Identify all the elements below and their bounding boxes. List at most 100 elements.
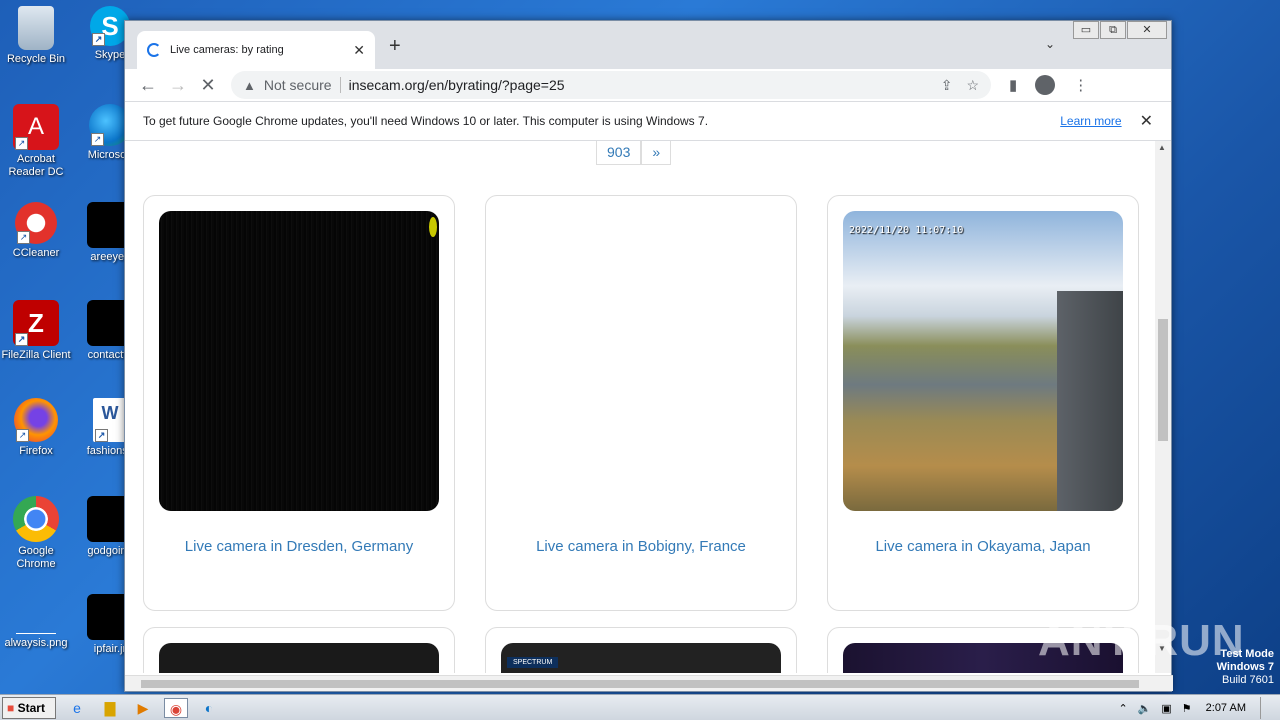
- action-center-flag-icon[interactable]: ⚑: [1182, 702, 1192, 715]
- camera-timestamp: 2022/11/20 11:07:10: [849, 225, 964, 236]
- dam-structure: [1057, 291, 1123, 511]
- media-player-icon[interactable]: ▶: [131, 698, 155, 718]
- camera-card[interactable]: 2022/11/20 11:07:10 Live camera in Okaya…: [827, 195, 1139, 611]
- page-link-903[interactable]: 903: [596, 141, 642, 165]
- update-infobar: To get future Google Chrome updates, you…: [125, 101, 1171, 141]
- desktop-icon-chrome[interactable]: Google Chrome: [0, 496, 72, 571]
- browser-toolbar: ← → ✕ ▲ Not secure insecam.org/en/byrati…: [125, 69, 1171, 101]
- edge-taskbar-icon[interactable]: ◐: [197, 698, 221, 718]
- camera-brand-label: SPECTRUM: [507, 657, 559, 668]
- desktop-icon-recycle-bin[interactable]: Recycle Bin: [0, 6, 72, 66]
- shortcut-arrow-icon: ↗: [16, 429, 29, 442]
- shortcut-arrow-icon: ↗: [15, 333, 28, 346]
- desktop-icon-label: Skype: [94, 49, 126, 61]
- camera-card[interactable]: SPECTRUM: [485, 627, 797, 673]
- pagination: 903 »: [596, 141, 672, 165]
- os-watermark: Test Mode Windows 7 Build 7601: [1212, 648, 1274, 687]
- explorer-folder-icon[interactable]: ▇: [98, 698, 122, 718]
- page-content: 903 » Live camera in Dresden, Germany Li…: [125, 141, 1171, 673]
- clock[interactable]: 2:07 AM: [1206, 702, 1246, 714]
- desktop-icon-label: CCleaner: [12, 247, 60, 259]
- camera-caption-link[interactable]: Live camera in Bobigny, France: [486, 538, 796, 555]
- tab-live-cameras[interactable]: Live cameras: by rating ✕: [137, 31, 375, 69]
- shortcut-arrow-icon: ↗: [92, 33, 105, 46]
- camera-card[interactable]: Live camera in Bobigny, France: [485, 195, 797, 611]
- forward-button[interactable]: →: [163, 75, 193, 96]
- tab-title: Live cameras: by rating: [170, 44, 284, 56]
- bookmark-star-icon[interactable]: ☆: [966, 77, 979, 94]
- desktop-icon-acrobat[interactable]: A ↗ Acrobat Reader DC: [0, 104, 72, 179]
- hscroll-thumb[interactable]: [141, 680, 1139, 688]
- desktop-icon-label: Recycle Bin: [6, 53, 66, 65]
- scroll-up-icon[interactable]: ▲: [1158, 143, 1166, 152]
- share-icon[interactable]: ⇪: [941, 77, 953, 94]
- camera-thumbnail[interactable]: SPECTRUM: [501, 643, 781, 673]
- start-button[interactable]: ■ Start: [2, 696, 56, 719]
- ccleaner-icon: ↗: [15, 202, 57, 244]
- restore-button[interactable]: ⧉: [1100, 21, 1126, 39]
- show-desktop-button[interactable]: [1260, 697, 1272, 719]
- volume-icon[interactable]: 🔈: [1138, 702, 1152, 715]
- desktop-icon-alwaysis[interactable]: alwaysis.png: [0, 594, 72, 650]
- network-icon[interactable]: ▣: [1161, 702, 1171, 715]
- chrome-window: Live cameras: by rating ✕ + ⌄ ▭ ⧉ ✕ ← → …: [124, 20, 1173, 692]
- desktop-icon-firefox[interactable]: ↗ Firefox: [0, 398, 72, 458]
- learn-more-link[interactable]: Learn more: [1060, 114, 1121, 128]
- taskbar: ■ Start e ▇ ▶ ◉ ◐ ⌃ 🔈 ▣ ⚑ 2:07 AM: [0, 694, 1280, 720]
- page-next-link[interactable]: »: [641, 141, 672, 165]
- menu-kebab-icon[interactable]: ⋮: [1073, 76, 1088, 94]
- camera-thumbnail[interactable]: [159, 211, 439, 511]
- camera-card[interactable]: [143, 627, 455, 673]
- desktop-icon-label: Google Chrome: [16, 545, 56, 570]
- horizontal-scrollbar[interactable]: [125, 675, 1173, 691]
- loading-spinner-icon: [147, 43, 161, 57]
- camera-caption-link[interactable]: Live camera in Dresden, Germany: [144, 538, 454, 555]
- desktop-icon-label: alwaysis.png: [4, 637, 68, 649]
- shortcut-arrow-icon: ↗: [91, 133, 104, 146]
- tab-strip: Live cameras: by rating ✕ + ⌄ ▭ ⧉ ✕: [125, 21, 1171, 69]
- system-tray: ⌃ 🔈 ▣ ⚑ 2:07 AM: [1108, 695, 1272, 720]
- desktop-icon-ccleaner[interactable]: ↗ CCleaner: [0, 202, 72, 260]
- watermark-line: Test Mode: [1220, 648, 1274, 660]
- minimize-button[interactable]: ▭: [1073, 21, 1099, 39]
- tab-close-icon[interactable]: ✕: [353, 42, 365, 59]
- firefox-icon: ↗: [14, 398, 58, 442]
- desktop-icon-filezilla[interactable]: Z ↗ FileZilla Client: [0, 300, 72, 362]
- camera-thumbnail[interactable]: [501, 211, 781, 511]
- infobar-close-icon[interactable]: ✕: [1140, 111, 1153, 131]
- infobar-message: To get future Google Chrome updates, you…: [143, 114, 709, 128]
- camera-card[interactable]: Live camera in Dresden, Germany: [143, 195, 455, 611]
- word-doc-icon: W ↗: [93, 398, 127, 442]
- vertical-scrollbar[interactable]: ▲ ▼: [1155, 141, 1171, 673]
- chrome-icon: [13, 496, 59, 542]
- desktop-icon-label: Acrobat Reader DC: [8, 153, 64, 178]
- scrollbar-thumb[interactable]: [1158, 319, 1168, 441]
- profile-avatar-icon[interactable]: [1035, 75, 1056, 95]
- camera-thumbnail[interactable]: 2022/11/20 11:07:10: [843, 211, 1123, 511]
- url-text[interactable]: insecam.org/en/byrating/?page=25: [349, 77, 927, 93]
- tray-expand-icon[interactable]: ⌃: [1118, 702, 1127, 715]
- stop-loading-button[interactable]: ✕: [193, 75, 223, 96]
- address-bar[interactable]: ▲ Not secure insecam.org/en/byrating/?pa…: [231, 71, 991, 99]
- camera-indicator-icon: [429, 217, 437, 237]
- warning-icon[interactable]: ▲: [243, 78, 256, 93]
- watermark-line: Windows 7: [1216, 661, 1274, 673]
- chrome-taskbar-icon[interactable]: ◉: [164, 697, 188, 718]
- desktop-icon-label: Firefox: [19, 445, 53, 457]
- image-icon: [16, 594, 56, 634]
- camera-thumbnail[interactable]: [159, 643, 439, 673]
- tab-search-icon[interactable]: ⌄: [1045, 37, 1055, 51]
- start-label: Start: [17, 700, 45, 715]
- camera-caption-link[interactable]: Live camera in Okayama, Japan: [828, 538, 1138, 555]
- acrobat-icon: A ↗: [13, 104, 59, 150]
- recycle-bin-icon: [18, 6, 54, 50]
- back-button[interactable]: ←: [133, 75, 163, 96]
- not-secure-label[interactable]: Not secure: [264, 77, 341, 93]
- close-window-button[interactable]: ✕: [1127, 21, 1167, 39]
- new-tab-button[interactable]: +: [389, 35, 401, 58]
- ie-icon[interactable]: e: [65, 698, 89, 718]
- shortcut-arrow-icon: ↗: [95, 429, 108, 442]
- side-panel-icon[interactable]: ▮: [1009, 76, 1017, 94]
- shortcut-arrow-icon: ↗: [17, 231, 30, 244]
- desktop-icon-label: ipfair.jr: [93, 643, 127, 655]
